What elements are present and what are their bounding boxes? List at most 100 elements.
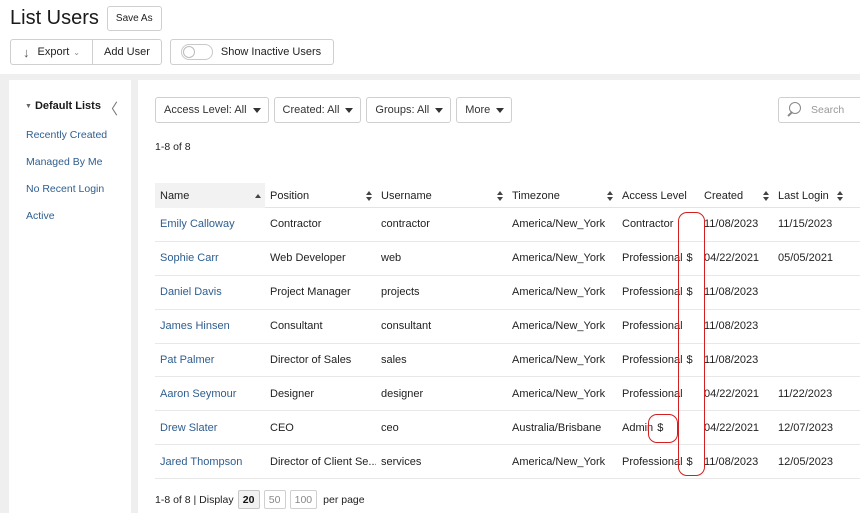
cell-created: 04/22/2021 [699, 377, 773, 410]
cell-name[interactable]: Sophie Carr [155, 242, 265, 275]
cell-access-level-text: Contractor [622, 218, 674, 231]
cell-last-login-text: 11/22/2023 [778, 387, 833, 400]
column-header-position[interactable]: Position [265, 183, 376, 208]
cell-name[interactable]: Daniel Davis [155, 276, 265, 309]
cell-created-text: 11/08/2023 [704, 286, 759, 299]
sidebar-item-no-recent-login[interactable]: No Recent Login [26, 183, 104, 195]
cell-name[interactable]: Pat Palmer [155, 344, 265, 377]
cell-access-level-text: Professional [622, 354, 683, 366]
cell-timezone: America/New_York [507, 310, 617, 343]
table-row[interactable]: Daniel Davis Project Manager projects Ameri… [155, 276, 860, 310]
filter-groups[interactable]: Groups: All [366, 97, 452, 123]
paid-license-indicator: $ [686, 354, 693, 366]
sidebar-title: Default Lists [34, 100, 101, 112]
cell-name[interactable]: James Hinsen [155, 310, 265, 343]
save-as-button[interactable]: Save As [106, 5, 162, 31]
cell-timezone-text: America/New_York [512, 252, 606, 265]
cell-timezone-text: America/New_York [512, 218, 606, 231]
toggle-knob [182, 46, 195, 58]
cell-timezone-text: America/New_York [512, 286, 606, 299]
search-input[interactable]: Search [778, 97, 860, 123]
table-row[interactable]: Emily Calloway Contractor contractor Americ… [155, 208, 860, 242]
cell-access-level-text: Professional [622, 286, 683, 299]
download-arrow-icon: ↓ [23, 44, 30, 60]
add-user-button[interactable]: Add User [92, 40, 161, 64]
sidebar-header[interactable]: ▼ Default Lists 〈 [25, 100, 125, 118]
filter-label: Created: All [282, 104, 340, 116]
export-button[interactable]: ↓ Export ⌄ [11, 40, 92, 64]
cell-name[interactable]: Drew Slater [155, 411, 265, 444]
pagination: 1-8 of 8 | Display 20 50 100 per page [155, 490, 365, 509]
cell-timezone-text: America/New_York [512, 354, 606, 366]
collapse-sidebar-icon[interactable]: 〈 [103, 98, 118, 119]
show-inactive-toggle[interactable] [180, 44, 213, 60]
cell-username-text: projects [381, 286, 420, 299]
action-button-group: ↓ Export ⌄ Add User [10, 39, 162, 65]
cell-name-text[interactable]: Sophie Carr [160, 252, 219, 264]
cell-name-text[interactable]: Drew Slater [160, 422, 217, 434]
filter-bar: Access Level: All Created: All Groups: A… [155, 97, 517, 123]
cell-timezone: America/New_York [507, 242, 617, 275]
page-title: List Users [10, 6, 99, 29]
filter-access-level[interactable]: Access Level: All [155, 97, 269, 123]
table-row[interactable]: Jared Thompson Director of Client Se... se… [155, 445, 860, 480]
page-size-50[interactable]: 50 [263, 490, 286, 509]
cell-timezone: America/New_York [507, 377, 617, 410]
cell-name[interactable]: Emily Calloway [155, 208, 265, 241]
cell-name-text[interactable]: Emily Calloway [160, 218, 235, 230]
sidebar-item-recently-created[interactable]: Recently Created [26, 129, 107, 141]
cell-username-text: designer [381, 387, 424, 400]
cell-name-text[interactable]: Pat Palmer [160, 354, 214, 366]
column-header-username[interactable]: Username [376, 183, 507, 208]
cell-created: 11/08/2023 [699, 344, 773, 377]
cell-last-login-text: 12/05/2023 [778, 455, 834, 468]
cell-access-level: Professional [617, 377, 699, 410]
cell-name-text[interactable]: Daniel Davis [160, 286, 222, 298]
page-size-20[interactable]: 20 [237, 490, 260, 509]
sidebar-item-managed-by-me[interactable]: Managed By Me [26, 156, 102, 168]
cell-name[interactable]: Jared Thompson [155, 445, 265, 478]
show-inactive-toggle-control[interactable]: Show Inactive Users [169, 39, 335, 65]
cell-position-text: CEO [270, 421, 294, 434]
cell-last-login-text: 12/07/2023 [778, 421, 834, 434]
cell-access-level-text: Admin [622, 421, 654, 434]
page-size-100[interactable]: 100 [289, 490, 318, 509]
cell-created-text: 11/08/2023 [704, 354, 759, 366]
column-header-last-login[interactable]: Last Login [773, 183, 847, 208]
cell-name-text[interactable]: Aaron Seymour [160, 388, 236, 400]
column-header-label: Last Login [778, 189, 829, 202]
cell-position: Director of Client Se... [265, 445, 376, 478]
filter-more[interactable]: More [456, 97, 513, 123]
table-row[interactable]: James Hinsen Consultant consultant America/… [155, 310, 860, 344]
toolbar: ↓ Export ⌄ Add User Show Inactive Users [10, 39, 335, 65]
caret-down-icon [435, 107, 444, 113]
cell-created: 11/08/2023 [699, 208, 773, 241]
column-header-name[interactable]: Name [155, 183, 265, 208]
cell-created: 04/22/2021 [699, 242, 773, 275]
cell-position: Consultant [265, 310, 376, 343]
cell-name-text[interactable]: James Hinsen [160, 320, 230, 332]
sidebar-item-active[interactable]: Active [26, 210, 55, 222]
cell-last-login-text: 05/05/2021 [778, 252, 834, 265]
cell-name[interactable]: Aaron Seymour [155, 377, 265, 410]
column-header-timezone[interactable]: Timezone [507, 183, 617, 208]
cell-position: CEO [265, 411, 376, 444]
filter-created[interactable]: Created: All [273, 97, 362, 123]
sort-icon [837, 191, 843, 201]
table-row[interactable]: Pat Palmer Director of Sales sales America/… [155, 344, 860, 378]
cell-name-text[interactable]: Jared Thompson [160, 456, 242, 468]
caret-down-icon [496, 107, 505, 113]
cell-username-text: web [381, 252, 402, 265]
table-row[interactable]: Aaron Seymour Designer designer America/New… [155, 377, 860, 412]
table-row[interactable]: Drew Slater CEO ceo Australia/Brisbane Admin… [155, 411, 860, 446]
column-header-created[interactable]: Created [699, 183, 773, 208]
filter-label: More [465, 104, 491, 116]
column-header-access-level: Access Level [617, 183, 699, 208]
cell-username-text: sales [381, 354, 407, 366]
cell-created-text: 11/08/2023 [704, 218, 759, 231]
cell-last-login-text: 11/15/2023 [778, 218, 833, 231]
caret-down-icon: ▼ [25, 102, 32, 110]
table-row[interactable]: Sophie Carr Web Developer web America/New_Y… [155, 242, 860, 276]
column-header-label: Timezone [512, 189, 560, 202]
cell-timezone: America/New_York [507, 344, 617, 377]
